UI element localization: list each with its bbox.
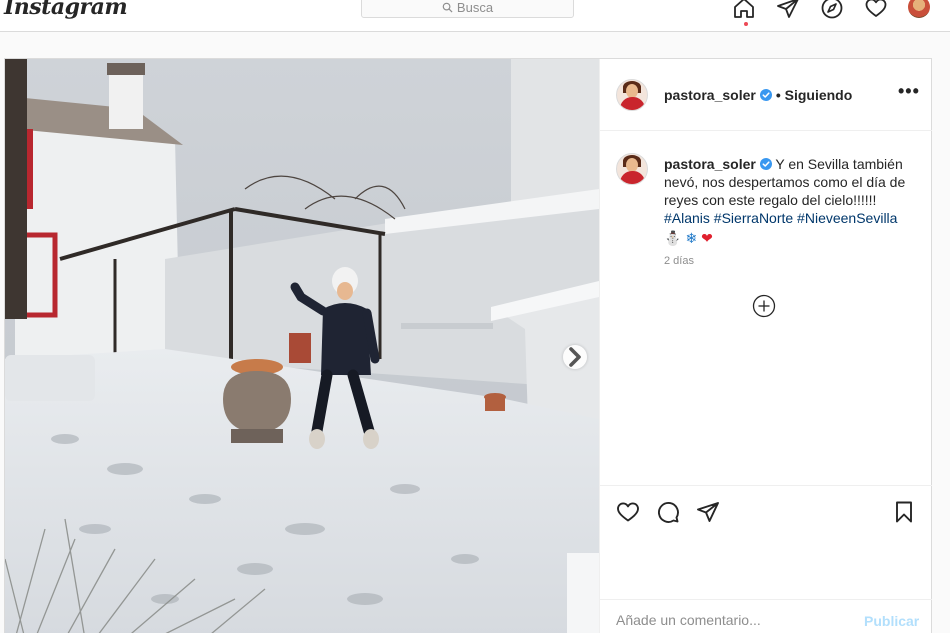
home-icon[interactable] (732, 0, 756, 20)
save-bookmark-icon[interactable] (892, 500, 916, 524)
caption-author-avatar[interactable] (616, 153, 648, 185)
like-heart-icon[interactable] (616, 500, 640, 524)
instagram-logo[interactable]: Instagram (4, 0, 128, 20)
direct-message-icon[interactable] (776, 0, 800, 20)
search-box[interactable]: Busca (361, 0, 574, 18)
snowflake-emoji: ❄ (685, 230, 698, 246)
publish-comment-button[interactable]: Publicar (864, 613, 919, 629)
verified-badge-icon (759, 158, 772, 170)
comment-bar: Publicar (600, 599, 932, 633)
author-avatar[interactable] (616, 79, 648, 111)
load-more-comments-button[interactable] (752, 294, 776, 318)
header-user-row: pastora_soler • Siguiendo (664, 87, 852, 103)
post-caption: pastora_soler Y en Sevilla también nevó,… (664, 155, 914, 247)
search-icon (442, 2, 453, 13)
next-photo-button[interactable] (563, 345, 587, 369)
follow-status[interactable]: • Siguiendo (776, 87, 852, 103)
verified-badge-icon (759, 89, 772, 101)
activity-heart-icon[interactable] (864, 0, 888, 20)
more-options-button[interactable]: ••• (898, 81, 920, 102)
caption-emojis: ⛄ ❄ ❤ (664, 229, 914, 247)
explore-compass-icon[interactable] (820, 0, 844, 20)
post-sidebar: pastora_soler • Siguiendo ••• pastora_so… (599, 59, 932, 633)
post-header: pastora_soler • Siguiendo ••• (600, 59, 932, 131)
caption-username[interactable]: pastora_soler (664, 156, 756, 172)
snowy-patio-image (5, 59, 599, 633)
post-actions-bar (600, 485, 932, 539)
plus-circle-icon (752, 294, 776, 318)
post-photo[interactable] (5, 59, 599, 633)
share-paper-plane-icon[interactable] (696, 500, 720, 524)
caption-hashtags[interactable]: #Alanis #SierraNorte #NieveenSevilla (664, 210, 897, 226)
post-card: pastora_soler • Siguiendo ••• pastora_so… (4, 58, 932, 633)
comment-input[interactable] (616, 612, 856, 628)
notification-dot (744, 22, 748, 26)
chevron-right-icon (569, 347, 581, 367)
author-username[interactable]: pastora_soler (664, 87, 756, 103)
red-heart-emoji: ❤ (701, 230, 713, 246)
comment-bubble-icon[interactable] (656, 500, 680, 524)
snowman-emoji: ⛄ (664, 230, 682, 246)
search-placeholder: Busca (456, 0, 494, 15)
profile-avatar[interactable] (908, 0, 930, 18)
post-time-ago[interactable]: 2 días (664, 255, 694, 267)
top-navigation-bar: Instagram Busca (0, 0, 950, 32)
